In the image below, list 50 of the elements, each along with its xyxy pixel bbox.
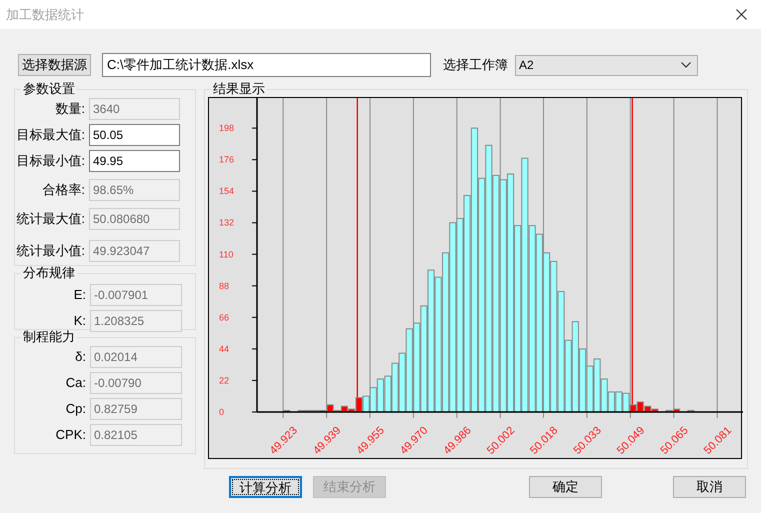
close-icon[interactable] [736,9,747,20]
value-field[interactable]: 49.95 [89,150,180,172]
field-label: Ca: [64,374,86,392]
field-label: CPK: [54,426,86,444]
y-tick-label: 22 [219,375,230,386]
y-tick-label: 44 [219,344,230,354]
y-tick-label: 66 [219,312,230,322]
y-tick-label: 0 [219,407,224,417]
field-label: 目标最小值: [15,152,85,170]
field-label: 统计最大值: [15,210,85,228]
group-title: 参数设置 [22,82,76,96]
y-tick-label: 110 [219,249,234,260]
field-label: E: [72,286,86,304]
chevron-down-icon [681,62,691,68]
group-title: 结果显示 [212,82,266,96]
select-source-button[interactable]: 选择数据源 [18,54,91,76]
y-tick-label: 154 [219,186,234,196]
field-label: δ: [74,348,86,366]
value-field[interactable]: 50.05 [89,124,180,146]
group-title: 分布规律 [22,266,76,280]
value-field: 1.208325 [90,310,182,332]
action-button[interactable]: 取消 [673,476,746,498]
value-field: 98.65% [89,179,180,201]
field-label: 合格率: [41,181,85,200]
value-field: 3640 [89,98,180,120]
field-label: 目标最大值: [15,126,85,144]
y-tick-label: 176 [219,154,234,165]
value-field: 0.82759 [90,398,182,420]
y-tick-label: 88 [219,280,230,291]
field-label: K: [73,312,86,330]
sheet-dropdown[interactable]: A2 [515,54,698,76]
value-field: 50.080680 [89,208,180,230]
value-field: 49.923047 [89,240,180,262]
y-tick-label: 198 [219,123,234,134]
window-title: 加工数据统计 [6,6,84,24]
value-field: -0.00790 [90,372,182,394]
value-field: 0.02014 [90,346,182,368]
field-label: 数量: [54,100,85,118]
file-path-field[interactable]: C:\零件加工统计数据.xlsx [102,53,431,77]
y-tick-label: 132 [219,218,234,228]
value-field: -0.007901 [90,284,182,306]
value-field: 0.82105 [90,424,182,446]
field-label: Cp: [64,400,86,418]
field-label: 统计最小值: [15,242,85,260]
group-title: 制程能力 [22,330,76,344]
histogram-bar [283,410,290,412]
sheet-label: 选择工作簿 [443,56,508,74]
action-button[interactable]: 计算分析 [229,476,302,498]
histogram-bar [687,410,694,412]
action-button[interactable]: 确定 [529,476,602,498]
